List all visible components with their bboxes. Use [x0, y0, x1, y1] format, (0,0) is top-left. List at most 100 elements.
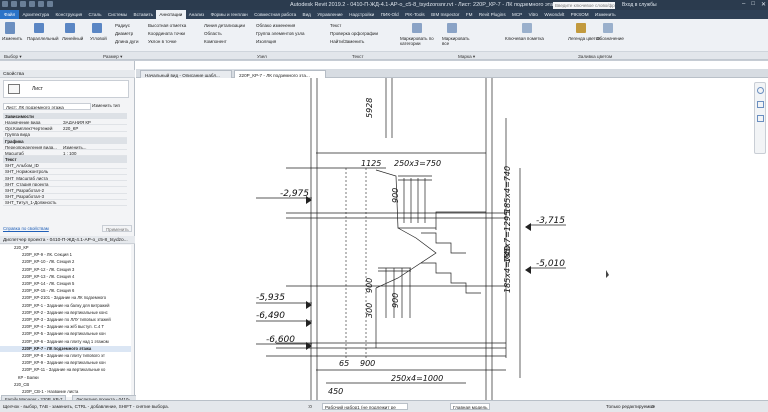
ribbon-tab[interactable]: Управление — [314, 10, 346, 19]
ribbon-tab[interactable]: Аннотации — [156, 10, 186, 19]
tree-sheet-item[interactable]: 220Р_КР-5 - Задание на вертикальные кон — [0, 331, 131, 338]
tree-sheet-item[interactable]: 220Р_КР-12 - ЛК. Секция 3 — [0, 267, 131, 274]
revit-logo-icon[interactable] — [2, 1, 8, 7]
ribbon-tab[interactable]: FM — [463, 10, 476, 19]
ribbon-tab[interactable]: ПИК-Old — [378, 10, 402, 19]
sign-in-link[interactable]: Вход в службы — [622, 2, 657, 8]
ribbon-tab[interactable]: Архитектура — [19, 10, 52, 19]
find-replace-button[interactable]: Найти/Заменить — [330, 39, 364, 44]
component-button[interactable]: Компонент — [204, 39, 227, 44]
spot-elevation-button[interactable]: Высотная отметка — [148, 23, 186, 28]
aligned-dimension-icon[interactable] — [34, 23, 44, 33]
detail-line-button[interactable]: Линия детализации — [204, 23, 245, 28]
panel-dimension[interactable]: Размер ▾ — [103, 54, 122, 60]
panel-tag[interactable]: Марка ▾ — [458, 54, 475, 60]
ribbon-tab[interactable]: BIM Inspector — [428, 10, 463, 19]
revision-cloud-button[interactable]: Облако изменения — [256, 23, 295, 28]
tree-sheet-item[interactable]: 220Р_КР-3 - Задание по ЛЛУ типовых этаже… — [0, 317, 131, 324]
design-option-select[interactable]: Главная модель — [450, 403, 490, 410]
ribbon-tab[interactable]: Файл — [0, 10, 20, 19]
ribbon-tab[interactable]: Формы и генплан — [207, 10, 250, 19]
properties-help-link[interactable]: Справка по свойствам — [3, 226, 49, 231]
print-icon[interactable] — [47, 1, 53, 7]
linear-dimension-button[interactable]: Линейный — [62, 36, 83, 41]
drawing-canvas[interactable]: 5928 1125 250x3=750 900 185x4=740 185x7=… — [136, 78, 768, 400]
zoom-region-icon[interactable] — [757, 115, 764, 122]
tree-sheet-item[interactable]: 220Р_КР-1 - Задание на балку для витраже… — [0, 303, 131, 310]
keynote-icon[interactable] — [522, 23, 532, 33]
ribbon-tab[interactable]: Системы — [105, 10, 131, 19]
open-icon[interactable] — [11, 1, 17, 7]
tree-sheet-item[interactable]: 220Р_КР-11 - Задание на вертикальные ко — [0, 367, 131, 374]
search-input[interactable]: Введите ключевое слово/фразу — [553, 1, 615, 9]
tag-all-icon[interactable] — [447, 23, 457, 33]
panel-select[interactable]: Выбор ▾ — [4, 54, 22, 60]
symbol-icon[interactable] — [603, 23, 613, 33]
tag-by-category-icon[interactable] — [412, 23, 422, 33]
angular-dimension-icon[interactable] — [92, 23, 102, 33]
modify-button[interactable]: Изменить — [2, 36, 22, 41]
radius-dimension-button[interactable]: Радиус — [115, 23, 130, 28]
doc-tab-sheet-active[interactable]: 220Р_КР-7 - ЛК подземного эта... — [234, 70, 326, 78]
tree-folder[interactable]: 220_СВ — [0, 382, 131, 389]
tree-folder[interactable]: 220_КР — [0, 245, 131, 252]
maximize-icon[interactable]: □ — [751, 1, 755, 8]
ribbon-tab[interactable]: Изменить — [592, 10, 619, 19]
ribbon-tab[interactable]: Вид — [299, 10, 314, 19]
linear-dimension-icon[interactable] — [65, 23, 75, 33]
tree-sheet-item[interactable]: 220Р_КР-7 - ЛК подземного этажа — [0, 345, 131, 353]
ribbon-tab[interactable]: Vitro — [525, 10, 541, 19]
tree-sheet-item[interactable]: 220Р_КР-9 - Задание на вертикальные кон — [0, 360, 131, 367]
tree-sheet-item[interactable]: 220Р_КР-4 - Задание на ж/б выступ. С.4 Т — [0, 324, 131, 331]
editable-only-checkbox[interactable]: Только редактируемые — [606, 404, 655, 409]
tree-sheet-item[interactable]: 220Р_КР-2 - Задание на вертикальные конс — [0, 310, 131, 317]
spot-slope-button[interactable]: Уклон в точке — [148, 39, 177, 44]
color-fill-legend-icon[interactable] — [576, 23, 586, 33]
ribbon-tab[interactable]: Конструкция — [52, 10, 85, 19]
insulation-button[interactable]: Изоляция — [256, 39, 276, 44]
text-button[interactable]: Текст — [330, 23, 341, 28]
spot-coordinate-button[interactable]: Координата точки — [148, 31, 185, 36]
ribbon-tab[interactable]: Сталь — [85, 10, 104, 19]
properties-filter-select[interactable]: Лист: ЛК подземного этажа — [3, 103, 91, 110]
steering-wheel-icon[interactable] — [757, 87, 764, 94]
close-icon[interactable]: ✕ — [761, 1, 766, 8]
ribbon-tab[interactable]: Надстройки — [346, 10, 378, 19]
zoom-icon[interactable] — [757, 101, 764, 108]
ribbon-tab[interactable]: Wwondvlt — [541, 10, 567, 19]
tag-by-category-button[interactable]: Маркировать по категории — [400, 36, 440, 46]
ribbon-tab[interactable]: Revit Plugins — [476, 10, 509, 19]
arc-length-button[interactable]: Длина дуги — [115, 39, 138, 44]
property-row[interactable]: SHT_Титул_1-Должность — [3, 200, 127, 206]
redo-icon[interactable] — [38, 1, 44, 7]
spelling-button[interactable]: Проверка орфографии — [330, 31, 378, 36]
diameter-dimension-button[interactable]: Диаметр — [115, 31, 133, 36]
ribbon-tab[interactable]: Вставить — [130, 10, 156, 19]
tag-all-button[interactable]: Маркировать все — [442, 36, 470, 46]
workset-select[interactable]: Рабочий набор1 (не подлежит ре — [322, 403, 408, 410]
ribbon-tab[interactable]: Совместная работа — [251, 10, 299, 19]
tree-sheet-item[interactable]: 220Р_КР-14 - ЛК. Секция 5 — [0, 281, 131, 288]
tree-sheet-item[interactable]: 220Р_КР-13 - ЛК. Секция 4 — [0, 274, 131, 281]
apply-button[interactable]: Применить — [102, 225, 132, 232]
save-icon[interactable] — [20, 1, 26, 7]
aligned-dimension-button[interactable]: Параллельный — [27, 36, 59, 41]
doc-tab-start-view[interactable]: Начальный вид - Описание шабл... — [140, 70, 232, 78]
undo-icon[interactable] — [29, 1, 35, 7]
minimize-icon[interactable]: – — [742, 1, 745, 8]
symbol-button[interactable]: Обозначение — [596, 36, 624, 41]
ribbon-tab[interactable]: PIKSOM — [567, 10, 591, 19]
tree-sheet-item[interactable]: 220Р_КР-2101 - Задание на ЛК подземного — [0, 295, 131, 302]
modify-icon[interactable] — [5, 22, 15, 34]
detail-group-button[interactable]: Группа элементов узла — [256, 31, 304, 36]
tree-sheet-item[interactable]: 220Р_КР-15 - ЛК. Секция 6 — [0, 288, 131, 295]
tree-sheet-item[interactable]: 220Р_КР-6 - Задание на плиту над 1 этажо… — [0, 339, 131, 346]
region-button[interactable]: Область — [204, 31, 222, 36]
ribbon-tab[interactable]: Анализ — [186, 10, 208, 19]
tree-sheet-item[interactable]: КР - Балки — [0, 375, 131, 382]
angular-dimension-button[interactable]: Угловой — [90, 36, 107, 41]
type-selector[interactable]: Лист — [3, 80, 129, 98]
tree-sheet-item[interactable]: 220Р_КР-10 - ЛК. Секция 2 — [0, 259, 131, 266]
tree-sheet-item[interactable]: 220Р_КР-9 - ЛК. Секция 1 — [0, 252, 131, 259]
ribbon-tab[interactable]: PIK-Tools — [402, 10, 428, 19]
